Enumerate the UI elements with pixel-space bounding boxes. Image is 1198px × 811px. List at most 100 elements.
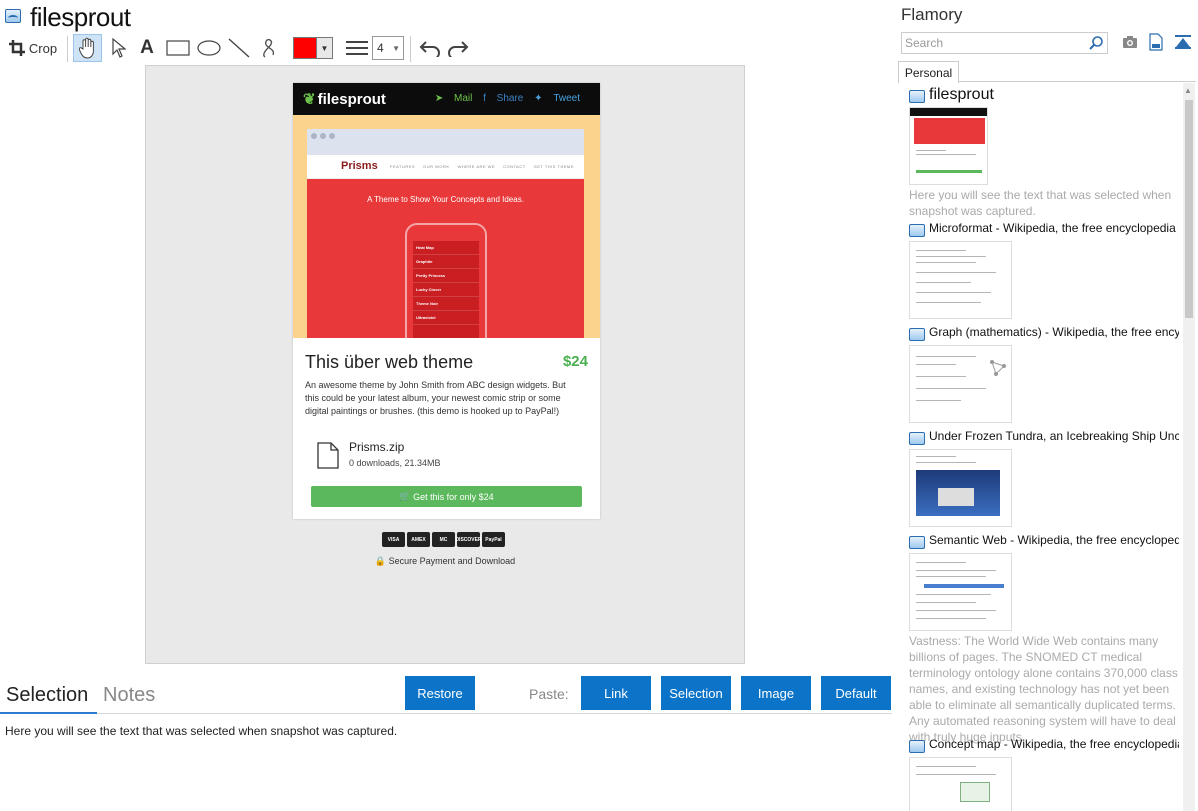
theme-nav: Prisms FEATURES OUR WORK WHERE ARE WE CONTA… xyxy=(307,155,584,179)
tab-notes[interactable]: Notes xyxy=(103,684,155,707)
rectangle-tool-button[interactable] xyxy=(164,34,192,62)
tab-personal[interactable]: Personal xyxy=(898,61,959,83)
phone-row: Lucky Clover xyxy=(413,283,479,297)
paste-label: Paste: xyxy=(529,686,569,702)
share-links: ➤ Mail f Share ✦ Tweet xyxy=(427,93,580,104)
page-title: filesprout xyxy=(30,2,131,32)
paypal-icon: PayPal xyxy=(482,532,505,547)
line-weight-icon xyxy=(346,41,368,55)
freehand-icon xyxy=(263,38,275,58)
product-title: This über web theme xyxy=(305,352,474,372)
line-tool-button[interactable] xyxy=(226,34,252,62)
paste-image-button[interactable]: Image xyxy=(741,676,811,710)
search-icon[interactable] xyxy=(1088,35,1104,51)
visa-icon: VISA xyxy=(382,532,405,547)
list-item[interactable]: filesprout Here you will see the text th… xyxy=(909,86,1182,218)
ellipse-icon xyxy=(197,40,221,56)
secure-payment-text: 🔒 Secure Payment and Download xyxy=(374,556,516,566)
product-price: $24 xyxy=(562,353,588,370)
select-tool-button[interactable] xyxy=(106,34,132,62)
theme-brand: Prisms xyxy=(341,160,378,172)
flamory-panel: Flamory Personal filesprout Here you wil… xyxy=(897,0,1198,811)
camera-icon[interactable] xyxy=(1122,35,1138,49)
discover-icon: DISCOVER xyxy=(455,532,482,547)
theme-menu: FEATURES OUR WORK WHERE ARE WE CONTACT GET T… xyxy=(390,164,574,169)
restore-button[interactable]: Restore xyxy=(405,676,475,710)
chevron-down-icon: ▼ xyxy=(392,44,400,53)
search-input[interactable] xyxy=(902,33,1082,53)
tab-divider xyxy=(959,81,1196,82)
payment-cards: VISA AMEX MC DISCOVER PayPal xyxy=(382,532,507,547)
tweet-link: ✦ Tweet xyxy=(534,93,580,104)
color-picker[interactable]: ▼ xyxy=(292,34,334,62)
text-tool-button[interactable]: A xyxy=(136,34,158,62)
share-link: f Share xyxy=(483,93,524,104)
snapshot-canvas[interactable]: ❦ filesprout ➤ Mail f Share ✦ Tweet Prism… xyxy=(145,65,745,664)
theme-preview: Prisms FEATURES OUR WORK WHERE ARE WE CONTA… xyxy=(293,115,600,338)
phone-row: Graphite xyxy=(413,255,479,269)
line-width-select[interactable]: 4 ▼ xyxy=(372,36,404,60)
pointer-icon xyxy=(112,38,126,58)
phone-row: Heat Map xyxy=(413,241,479,255)
selection-text[interactable]: Here you will see the text that was sele… xyxy=(5,724,397,738)
annotation-toolbar: Crop A ▼ 4 ▼ xyxy=(0,32,892,64)
search-box xyxy=(901,32,1108,54)
brand-text: filesprout xyxy=(317,91,386,108)
crop-button[interactable]: Crop xyxy=(5,34,61,62)
browser-mockup: Prisms FEATURES OUR WORK WHERE ARE WE CONTA… xyxy=(307,129,584,338)
hand-icon xyxy=(78,37,94,59)
list-item[interactable]: Concept map - Wikipedia, the free encycl… xyxy=(909,737,1182,811)
amex-icon: AMEX xyxy=(407,532,430,547)
scrollbar-thumb[interactable] xyxy=(1185,100,1193,318)
snapshot-icon xyxy=(5,9,21,23)
file-row: Prisms.zip 0 downloads, 21.34MB xyxy=(305,436,588,476)
sprout-icon: ❦ xyxy=(303,91,316,108)
tab-selection[interactable]: Selection xyxy=(6,684,88,707)
phone-row: Pretty Princess xyxy=(413,269,479,283)
pan-tool-button[interactable] xyxy=(73,34,102,62)
hero-tagline: A Theme to Show Your Concepts and Ideas. xyxy=(367,195,524,204)
list-item[interactable]: Microformat - Wikipedia, the free encycl… xyxy=(909,221,1182,321)
file-name: Prisms.zip xyxy=(349,440,405,454)
bottom-bar: Selection Notes Restore Paste: Link Sele… xyxy=(0,672,892,716)
scroll-to-top-icon[interactable] xyxy=(1175,34,1191,50)
chevron-down-icon: ▼ xyxy=(317,37,333,59)
item-thumbnail xyxy=(909,449,1012,527)
buy-button: 🛒 Get this for only $24 xyxy=(311,486,582,507)
redo-icon xyxy=(448,41,469,57)
list-item[interactable]: Under Frozen Tundra, an Icebreaking Ship… xyxy=(909,429,1182,529)
snapshot-icon xyxy=(909,90,925,103)
line-icon xyxy=(228,38,250,58)
snapshot-icon xyxy=(909,224,925,237)
item-thumbnail xyxy=(909,107,988,185)
file-icon xyxy=(317,442,339,469)
paste-selection-button[interactable]: Selection xyxy=(661,676,731,710)
product-description: An awesome theme by John Smith from ABC … xyxy=(305,380,566,416)
color-swatch xyxy=(293,37,317,59)
browser-bar xyxy=(307,129,584,155)
undo-button[interactable] xyxy=(416,34,442,62)
active-tab-indicator xyxy=(0,712,97,714)
item-thumbnail xyxy=(909,757,1012,811)
redo-button[interactable] xyxy=(446,34,472,62)
ellipse-tool-button[interactable] xyxy=(195,34,223,62)
freehand-tool-button[interactable] xyxy=(256,34,282,62)
toolbar-divider xyxy=(67,36,68,62)
phone-mockup: Heat Map Graphite Pretty Princess Lucky … xyxy=(405,223,487,338)
document-icon[interactable] xyxy=(1149,33,1163,51)
panel-title: Flamory xyxy=(901,5,963,24)
item-title: Semantic Web - Wikipedia, the free encyc… xyxy=(929,533,1179,547)
line-style-button[interactable] xyxy=(344,34,370,62)
item-thumbnail xyxy=(909,241,1012,319)
cart-icon: 🛒 xyxy=(399,491,414,501)
list-item[interactable]: Graph (mathematics) - Wikipedia, the fre… xyxy=(909,325,1182,425)
scroll-up-arrow[interactable]: ▲ xyxy=(1184,86,1192,95)
phone-row: Theme Noir xyxy=(413,297,479,311)
item-title: filesprout xyxy=(929,86,994,103)
crop-label: Crop xyxy=(28,40,58,56)
paste-default-button[interactable]: Default xyxy=(821,676,891,710)
paste-link-button[interactable]: Link xyxy=(581,676,651,710)
list-item[interactable]: Semantic Web - Wikipedia, the free encyc… xyxy=(909,533,1182,744)
product-info: This über web theme An awesome theme by … xyxy=(293,338,600,476)
item-thumbnail xyxy=(909,553,1012,631)
